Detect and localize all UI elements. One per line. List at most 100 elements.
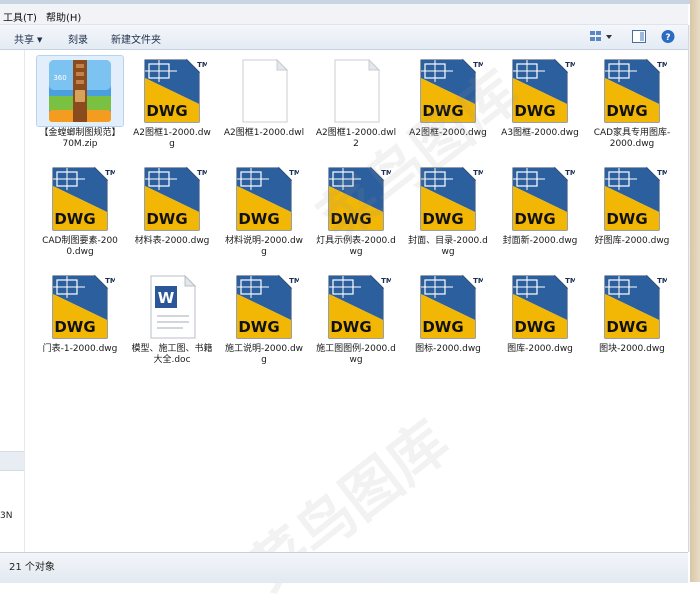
file-item[interactable]: DWG TM A2图框-2000.dwg: [405, 56, 491, 160]
blank-file-icon: [313, 56, 399, 126]
file-item[interactable]: DWG TM 施工图图例-2000.dwg: [313, 272, 399, 376]
dwg-file-icon: DWG TM: [221, 272, 307, 342]
svg-text:TM: TM: [381, 277, 391, 285]
file-item[interactable]: DWG TM 材料表-2000.dwg: [129, 164, 215, 268]
svg-text:TM: TM: [473, 61, 483, 69]
svg-text:TM: TM: [289, 277, 299, 285]
svg-text:TM: TM: [565, 61, 575, 69]
dwg-file-icon: DWG TM: [405, 272, 491, 342]
svg-text:360: 360: [53, 74, 66, 82]
svg-text:DWG: DWG: [238, 210, 279, 228]
svg-text:DWG: DWG: [54, 318, 95, 336]
file-name: 材料说明-2000.dwg: [224, 236, 304, 257]
dwg-file-icon: DWG TM: [589, 56, 675, 126]
new-folder-button[interactable]: 新建文件夹: [111, 31, 161, 46]
file-item[interactable]: DWG TM 封面、目录-2000.dwg: [405, 164, 491, 268]
file-item[interactable]: DWG TM 封面新-2000.dwg: [497, 164, 583, 268]
svg-text:DWG: DWG: [146, 102, 187, 120]
file-item[interactable]: DWG TM A3图框-2000.dwg: [497, 56, 583, 160]
nav-item-label[interactable]: 3N: [0, 511, 12, 521]
blank-file-icon: [221, 56, 307, 126]
dwg-file-icon: DWG TM: [405, 56, 491, 126]
dwg-file-icon: DWG TM: [313, 272, 399, 342]
file-name: CAD家具专用图库-2000.dwg: [593, 128, 671, 149]
file-list: 360 【金螳螂制图规范】70M.zip DWG TM A2图框1-2000.dwg A2…: [25, 50, 688, 552]
dwg-file-icon: DWG TM: [405, 164, 491, 234]
view-options-icon[interactable]: [589, 29, 612, 44]
file-item[interactable]: DWG TM A2图框1-2000.dwg: [129, 56, 215, 160]
preview-pane-icon[interactable]: [631, 29, 647, 44]
dwg-file-icon: DWG TM: [497, 56, 583, 126]
navigation-pane: 3N: [0, 50, 25, 552]
dwg-file-icon: DWG TM: [497, 272, 583, 342]
file-name: 封面新-2000.dwg: [502, 236, 578, 246]
svg-text:DWG: DWG: [606, 102, 647, 120]
file-item[interactable]: DWG TM 好图库-2000.dwg: [589, 164, 675, 268]
file-name: 施工图图例-2000.dwg: [316, 344, 396, 365]
dwg-file-icon: DWG TM: [129, 56, 215, 126]
dwg-file-icon: DWG TM: [589, 164, 675, 234]
dwg-file-icon: DWG TM: [497, 164, 583, 234]
zip-archive-icon: 360: [36, 55, 124, 127]
svg-text:DWG: DWG: [330, 210, 371, 228]
help-icon[interactable]: ?: [660, 29, 676, 44]
burn-button[interactable]: 刻录: [68, 31, 88, 46]
file-item[interactable]: DWG TM CAD家具专用图库-2000.dwg: [589, 56, 675, 160]
file-name: 门表-1-2000.dwg: [42, 344, 118, 354]
file-item[interactable]: 360 【金螳螂制图规范】70M.zip: [36, 55, 124, 160]
chevron-down-icon: ▼: [37, 36, 43, 44]
desktop-edge: [690, 0, 700, 582]
svg-text:DWG: DWG: [514, 318, 555, 336]
file-item[interactable]: DWG TM CAD制图要素-2000.dwg: [37, 164, 123, 268]
file-item[interactable]: A2图框1-2000.dwl: [221, 56, 307, 160]
file-item[interactable]: DWG TM 图库-2000.dwg: [497, 272, 583, 376]
svg-text:DWG: DWG: [146, 210, 187, 228]
svg-text:TM: TM: [657, 277, 667, 285]
svg-text:TM: TM: [289, 169, 299, 177]
svg-text:DWG: DWG: [514, 102, 555, 120]
svg-text:TM: TM: [473, 277, 483, 285]
file-item[interactable]: DWG TM 门表-1-2000.dwg: [37, 272, 123, 376]
share-button[interactable]: 共享 ▼: [14, 31, 42, 46]
dwg-file-icon: DWG TM: [589, 272, 675, 342]
file-name: 图块-2000.dwg: [599, 344, 665, 354]
status-bar: 21 个对象: [0, 552, 688, 583]
svg-text:TM: TM: [105, 277, 115, 285]
svg-text:DWG: DWG: [54, 210, 95, 228]
file-item[interactable]: DWG TM 施工说明-2000.dwg: [221, 272, 307, 376]
file-name: 施工说明-2000.dwg: [224, 344, 304, 365]
dwg-file-icon: DWG TM: [221, 164, 307, 234]
svg-text:W: W: [158, 289, 175, 307]
file-item[interactable]: DWG TM 材料说明-2000.dwg: [221, 164, 307, 268]
file-item[interactable]: DWG TM 灯具示例表-2000.dwg: [313, 164, 399, 268]
file-name: 模型、施工图、书籍大全.doc: [131, 344, 213, 365]
file-name: A2图框-2000.dwg: [409, 128, 487, 138]
file-name: 图标-2000.dwg: [415, 344, 481, 354]
svg-text:TM: TM: [657, 169, 667, 177]
svg-text:DWG: DWG: [330, 318, 371, 336]
dwg-file-icon: DWG TM: [313, 164, 399, 234]
nav-selected-item[interactable]: [0, 451, 24, 471]
menu-bar: 工具(T) 帮助(H): [0, 4, 688, 25]
item-count: 21 个对象: [9, 562, 55, 573]
file-name: A2图框1-2000.dwl: [223, 128, 305, 138]
menu-help[interactable]: 帮助(H): [46, 9, 81, 24]
file-name: A2图框1-2000.dwg: [133, 128, 211, 149]
file-name: CAD制图要素-2000.dwg: [42, 236, 118, 257]
file-name: 【金螳螂制图规范】70M.zip: [39, 128, 121, 149]
file-item[interactable]: DWG TM 图块-2000.dwg: [589, 272, 675, 376]
svg-text:DWG: DWG: [238, 318, 279, 336]
svg-text:DWG: DWG: [514, 210, 555, 228]
dwg-file-icon: DWG TM: [37, 164, 123, 234]
share-label: 共享: [14, 35, 34, 46]
svg-text:DWG: DWG: [422, 102, 463, 120]
file-name: 灯具示例表-2000.dwg: [316, 236, 396, 257]
svg-text:DWG: DWG: [606, 318, 647, 336]
file-item[interactable]: DWG TM 图标-2000.dwg: [405, 272, 491, 376]
svg-text:TM: TM: [473, 169, 483, 177]
file-item[interactable]: A2图框1-2000.dwl2: [313, 56, 399, 160]
svg-text:DWG: DWG: [422, 318, 463, 336]
file-item[interactable]: W 模型、施工图、书籍大全.doc: [129, 272, 215, 376]
menu-tools[interactable]: 工具(T): [3, 9, 37, 24]
file-name: 封面、目录-2000.dwg: [408, 236, 488, 257]
